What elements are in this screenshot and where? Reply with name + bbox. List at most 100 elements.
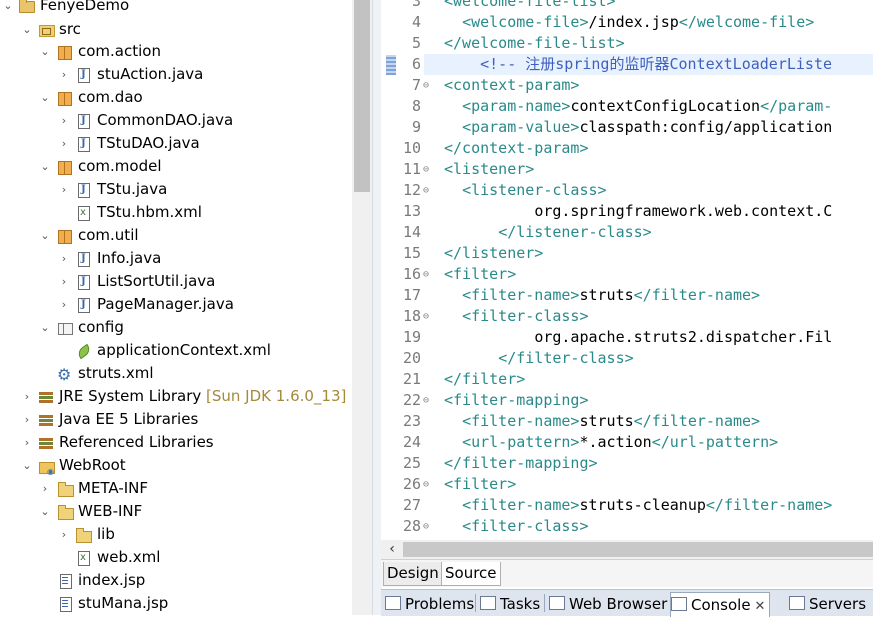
code-line[interactable]: <filter-mapping> (444, 390, 589, 411)
code-line[interactable]: </filter-class> (444, 348, 634, 369)
code-line[interactable]: <listener-class> (444, 180, 607, 201)
code-line[interactable]: <filter-name>struts</filter-name> (444, 285, 760, 306)
fold-toggle-icon[interactable]: ⊖ (423, 306, 431, 327)
tab-design[interactable]: Design (383, 562, 443, 586)
chevron-right-icon[interactable]: › (58, 293, 70, 316)
chevron-down-icon[interactable]: ⌄ (39, 500, 51, 523)
chevron-right-icon[interactable]: › (21, 385, 33, 408)
chevron-right-icon[interactable]: › (58, 270, 70, 293)
fold-toggle-icon[interactable]: ⊖ (423, 180, 431, 201)
xml-source-editor[interactable]: 3 <welcome-file-list> 4 <welcome-file>/ind… (381, 0, 873, 540)
xml-tag: </url-pattern> (651, 433, 779, 451)
tab-tasks[interactable]: Tasks (480, 592, 540, 616)
code-line[interactable]: </welcome-file-list> (444, 33, 625, 54)
tree-item-label: TStu.hbm.xml (97, 203, 202, 221)
tab-label: Web Browser (569, 595, 668, 613)
line-number: 18 (402, 307, 421, 325)
scrollbar-thumb[interactable] (403, 542, 873, 557)
jsp-file-icon (57, 596, 73, 612)
fold-toggle-icon[interactable]: ⊖ (423, 474, 431, 495)
fold-toggle-icon[interactable]: ⊖ (423, 75, 431, 96)
config-folder-icon (57, 320, 73, 335)
code-line[interactable]: <welcome-file>/index.jsp</welcome-file> (444, 12, 814, 33)
code-line[interactable]: <filter> (444, 264, 516, 285)
chevron-right-icon[interactable]: › (58, 178, 70, 201)
code-line[interactable]: <filter> (444, 474, 516, 495)
xml-tag: <context-param> (444, 76, 580, 94)
code-line[interactable]: org.apache.struts2.dispatcher.Fil (444, 327, 832, 348)
close-icon[interactable]: ✕ (755, 599, 766, 614)
code-line[interactable]: </filter-mapping> (444, 453, 598, 474)
tree-item-label: web.xml (97, 548, 161, 566)
tab-source[interactable]: Source (441, 562, 501, 586)
line-number: 21 (402, 370, 421, 388)
chevron-right-icon[interactable]: › (58, 109, 70, 132)
tree-item-label: stuMana.jsp (78, 594, 169, 612)
chevron-down-icon[interactable]: ⌄ (39, 224, 51, 247)
editor-page-tabs: Design Source (381, 559, 873, 587)
xml-tag: </filter-class> (498, 349, 634, 367)
source-folder-icon (38, 22, 55, 37)
code-line[interactable]: <filter-name>struts</filter-name> (444, 411, 760, 432)
chevron-down-icon[interactable]: ⌄ (21, 454, 33, 477)
code-line[interactable]: <param-name>contextConfigLocation</param… (444, 96, 832, 117)
code-line[interactable]: <!-- 注册spring的监听器ContextLoaderListe (444, 54, 832, 75)
tab-console[interactable]: Console ✕ (670, 592, 771, 617)
chevron-right-icon[interactable]: › (58, 523, 70, 546)
xml-comment: <!-- 注册spring的监听器ContextLoaderListe (480, 55, 833, 73)
chevron-right-icon[interactable]: › (21, 408, 33, 431)
chevron-down-icon[interactable]: ⌄ (2, 0, 14, 17)
tab-servers[interactable]: Servers (789, 592, 866, 616)
code-line[interactable]: </context-param> (444, 138, 589, 159)
tree-vertical-scrollbar[interactable] (352, 0, 372, 615)
code-line[interactable]: <listener> (444, 159, 534, 180)
tab-web-browser[interactable]: Web Browser (549, 592, 667, 616)
code-line[interactable]: org.springframework.web.context.C (444, 201, 832, 222)
chevron-down-icon[interactable]: ⌄ (39, 40, 51, 63)
xml-text: struts (579, 286, 634, 304)
chevron-right-icon[interactable]: › (58, 132, 70, 155)
xml-tag: <listener-class> (462, 181, 607, 199)
chevron-down-icon[interactable]: ⌄ (39, 155, 51, 178)
tree-item-label: applicationContext.xml (97, 341, 271, 359)
code-line[interactable]: <filter-name>struts-cleanup</filter-name… (444, 495, 832, 516)
code-line[interactable]: <welcome-file-list> (444, 0, 616, 12)
chevron-right-icon[interactable]: › (39, 477, 51, 500)
code-line[interactable]: <context-param> (444, 75, 579, 96)
scrollbar-thumb[interactable] (354, 0, 370, 192)
editor-horizontal-scrollbar[interactable]: ‹ (381, 540, 873, 559)
code-line[interactable]: <param-value>classpath:config/applicatio… (444, 117, 832, 138)
fold-toggle-icon[interactable]: ⊖ (423, 516, 431, 537)
code-line[interactable]: </filter> (444, 369, 525, 390)
tree-item-label: index.jsp (78, 571, 146, 589)
chevron-right-icon[interactable]: › (58, 247, 70, 270)
chevron-down-icon[interactable]: ⌄ (21, 18, 33, 41)
xml-text: classpath:config/application (579, 118, 833, 136)
fold-toggle-icon[interactable]: ⊖ (423, 264, 431, 285)
code-line[interactable]: <url-pattern>*.action</url-pattern> (444, 432, 778, 453)
chevron-down-icon[interactable]: ⌄ (39, 316, 51, 339)
chevron-right-icon[interactable]: › (21, 431, 33, 454)
code-line[interactable]: </listener-class> (444, 222, 652, 243)
code-line[interactable]: <filter-class> (444, 516, 588, 537)
chevron-right-icon[interactable]: › (58, 63, 70, 86)
code-line[interactable]: <filter-class> (444, 306, 588, 327)
code-line[interactable]: </listener> (444, 243, 543, 264)
jdk-version-decoration: [Sun JDK 1.6.0_13] (206, 387, 347, 405)
fold-toggle-icon[interactable]: ⊖ (423, 390, 431, 411)
tab-problems[interactable]: Problems (385, 592, 474, 616)
line-number: 17 (402, 286, 421, 304)
fold-toggle-icon[interactable]: ⊖ (423, 159, 431, 180)
tab-label: Tasks (500, 595, 541, 613)
xml-tag: <filter> (444, 265, 517, 283)
xml-text: struts (579, 412, 634, 430)
line-number: 23 (402, 412, 421, 430)
chevron-down-icon[interactable]: ⌄ (39, 86, 51, 109)
hibernate-mapping-icon (75, 205, 91, 221)
chevron-left-icon[interactable]: ‹ (385, 540, 399, 559)
